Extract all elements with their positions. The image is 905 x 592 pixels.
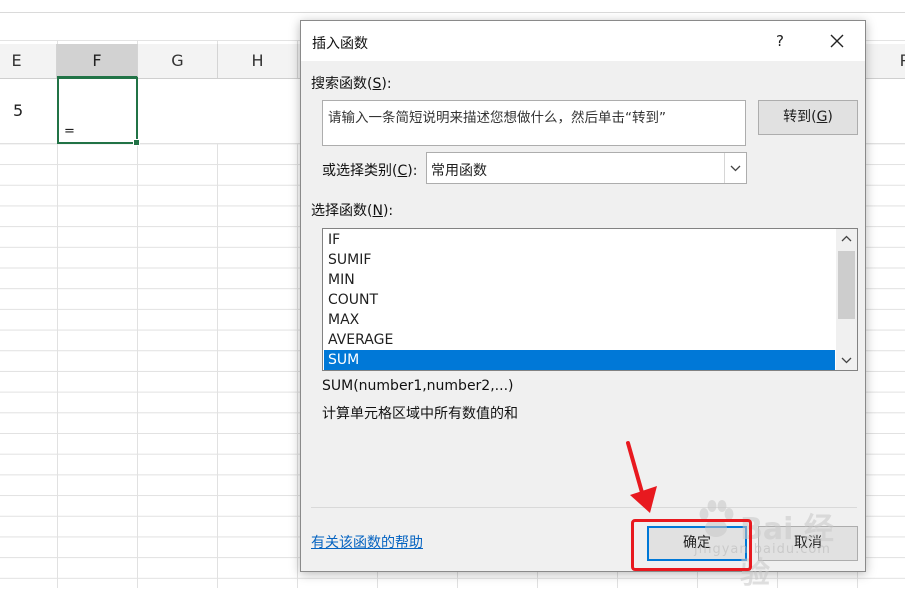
search-function-input[interactable]: 请输入一条简短说明来描述您想做什么，然后单击“转到”	[322, 100, 746, 146]
list-item-if[interactable]: IF	[324, 230, 835, 250]
list-item-max[interactable]: MAX	[324, 310, 835, 330]
divider	[311, 507, 857, 508]
cell-e-value[interactable]: 5	[13, 101, 23, 120]
list-item-average[interactable]: AVERAGE	[324, 330, 835, 350]
cancel-button[interactable]: 取消	[758, 526, 858, 561]
list-item-sum[interactable]: SUM	[324, 350, 835, 370]
category-dropdown[interactable]: 常用函数	[426, 152, 747, 184]
column-header-p[interactable]: P	[865, 44, 905, 78]
select-function-label: 选择函数(N):	[311, 203, 394, 219]
cell-formula-input: =	[64, 124, 75, 139]
annotation-highlight-box	[631, 519, 752, 571]
active-cell[interactable]: =	[57, 77, 140, 146]
divider	[0, 12, 905, 13]
function-help-link[interactable]: 有关该函数的帮助	[311, 532, 423, 552]
help-button[interactable]: ?	[767, 29, 793, 53]
chevron-down-icon[interactable]	[724, 153, 746, 183]
list-item-min[interactable]: MIN	[324, 270, 835, 290]
column-header-e[interactable]: E	[0, 44, 57, 78]
function-syntax: SUM(number1,number2,...)	[322, 378, 514, 394]
close-button[interactable]	[823, 28, 851, 54]
category-label: 或选择类别(C):	[322, 163, 418, 179]
insert-function-dialog: 插入函数 ? 搜索函数(S): 请输入一条简短说明来描述您想做什么，然后单击“转…	[300, 20, 866, 572]
scrollbar-thumb[interactable]	[838, 251, 855, 319]
category-selected-value: 常用函数	[431, 163, 487, 179]
scroll-down-icon[interactable]	[836, 350, 857, 370]
column-header-h[interactable]: H	[218, 44, 298, 78]
close-icon	[830, 34, 844, 48]
goto-button[interactable]: 转到(G)	[758, 100, 858, 135]
dialog-title: 插入函数	[312, 36, 368, 52]
column-header-f[interactable]: F	[57, 44, 138, 78]
dialog-titlebar[interactable]: 插入函数 ?	[301, 21, 865, 61]
search-function-label: 搜索函数(S):	[311, 76, 392, 92]
column-header-g[interactable]: G	[138, 44, 218, 78]
function-listbox[interactable]: IF SUMIF MIN COUNT MAX AVERAGE SUM	[322, 228, 858, 371]
list-item-count[interactable]: COUNT	[324, 290, 835, 310]
scroll-up-icon[interactable]	[836, 229, 857, 249]
function-description: 计算单元格区域中所有数值的和	[322, 406, 518, 422]
list-item-sumif[interactable]: SUMIF	[324, 250, 835, 270]
fill-handle[interactable]	[133, 139, 140, 146]
list-scrollbar[interactable]	[836, 229, 857, 370]
